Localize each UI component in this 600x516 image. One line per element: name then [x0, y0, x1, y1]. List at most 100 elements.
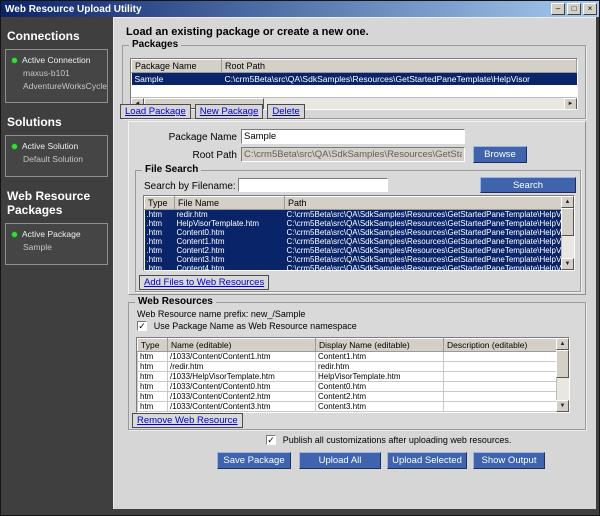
search-button[interactable]: Search	[480, 177, 576, 193]
files-col-path[interactable]: Path	[285, 197, 574, 210]
maximize-icon[interactable]: □	[567, 3, 581, 15]
cell: Content2.htm	[175, 246, 285, 255]
cell[interactable]: htm	[138, 362, 168, 372]
cell[interactable]: /1033/Content/Content1.htm	[168, 352, 316, 362]
namespace-checkbox-row: ✓ Use Package Name as Web Resource names…	[137, 321, 357, 332]
cell[interactable]	[444, 362, 569, 372]
cell: Content4.htm	[175, 264, 285, 271]
cell[interactable]: /1033/Content/Content0.htm	[168, 382, 316, 392]
files-col-file-name[interactable]: File Name	[175, 197, 285, 210]
delete-package-button[interactable]: Delete	[267, 104, 304, 119]
cell: Content1.htm	[175, 237, 285, 246]
web-resource-row[interactable]: htm/1033/Content/Content3.htmContent3.ht…	[138, 402, 569, 412]
grid-col-description[interactable]: Description (editable)	[444, 339, 569, 352]
packages-list[interactable]: Package Name Root Path SampleC:\crm5Beta…	[130, 58, 578, 110]
cell[interactable]: Content2.htm	[316, 392, 444, 402]
cell: C:\crm5Beta\src\QA\SdkSamples\Resources\…	[285, 219, 574, 228]
scroll-down-icon[interactable]: ▼	[556, 400, 569, 412]
minimize-icon[interactable]: –	[551, 3, 565, 15]
cell[interactable]: /redir.htm	[168, 362, 316, 372]
scroll-up-icon[interactable]: ▲	[561, 196, 574, 208]
upload-all-button[interactable]: Upload All	[299, 452, 381, 469]
scroll-thumb[interactable]	[556, 350, 569, 378]
close-icon[interactable]: ×	[583, 3, 597, 15]
app-window: Web Resource Upload Utility – □ × Connec…	[0, 0, 600, 516]
web-resource-row[interactable]: htm/1033/Content/Content0.htmContent0.ht…	[138, 382, 569, 392]
show-output-button[interactable]: Show Output	[473, 452, 545, 469]
cell[interactable]: htm	[138, 382, 168, 392]
web-resource-row[interactable]: htm/1033/HelpVisorTemplate.htmHelpVisorT…	[138, 372, 569, 382]
file-row[interactable]: .htmContent3.htmC:\crm5Beta\src\QA\SdkSa…	[145, 255, 574, 264]
cell[interactable]: Content1.htm	[316, 352, 444, 362]
cell: redir.htm	[175, 210, 285, 220]
publish-checkbox-label: Publish all customizations after uploadi…	[283, 435, 512, 445]
remove-web-resource-button[interactable]: Remove Web Resource	[132, 413, 243, 428]
save-package-button[interactable]: Save Package	[217, 452, 291, 469]
cell[interactable]: htm	[138, 392, 168, 402]
scroll-right-icon[interactable]: ►	[564, 98, 577, 110]
cell[interactable]: /1033/Content/Content2.htm	[168, 392, 316, 402]
active-package-group[interactable]: Active Package Sample	[5, 223, 108, 265]
cell[interactable]	[444, 402, 569, 412]
file-row[interactable]: .htmContent2.htmC:\crm5Beta\src\QA\SdkSa…	[145, 246, 574, 255]
packages-col-root-path[interactable]: Root Path	[222, 60, 577, 73]
root-path-input	[241, 147, 465, 162]
cell[interactable]: htm	[138, 372, 168, 382]
new-package-button[interactable]: New Package	[195, 104, 264, 119]
cell[interactable]: htm	[138, 402, 168, 412]
grid-col-name[interactable]: Name (editable)	[168, 339, 316, 352]
packages-col-package-name[interactable]: Package Name	[132, 60, 222, 73]
namespace-checkbox[interactable]: ✓	[137, 321, 147, 331]
add-files-button[interactable]: Add Files to Web Resources	[139, 275, 269, 290]
package-name-input[interactable]	[241, 129, 465, 144]
load-package-button[interactable]: Load Package	[120, 104, 191, 119]
file-row[interactable]: .htmHelpVisorTemplate.htmC:\crm5Beta\src…	[145, 219, 574, 228]
cell[interactable]: /1033/HelpVisorTemplate.htm	[168, 372, 316, 382]
grid-col-type[interactable]: Type	[138, 339, 168, 352]
cell[interactable]: htm	[138, 352, 168, 362]
web-resources-grid[interactable]: Type Name (editable) Display Name (edita…	[136, 337, 570, 413]
file-row[interactable]: .htmContent0.htmC:\crm5Beta\src\QA\SdkSa…	[145, 228, 574, 237]
package-row[interactable]: SampleC:\crm5Beta\src\QA\SdkSamples\Reso…	[132, 73, 577, 86]
cell[interactable]	[444, 392, 569, 402]
solution-name: Default Solution	[6, 151, 107, 164]
cell[interactable]: redir.htm	[316, 362, 444, 372]
web-resource-row[interactable]: htm/1033/Content/Content2.htmContent2.ht…	[138, 392, 569, 402]
scroll-thumb[interactable]	[561, 208, 574, 236]
files-col-type[interactable]: Type	[145, 197, 175, 210]
active-solution-group[interactable]: Active Solution Default Solution	[5, 135, 108, 177]
package-detail-panel: Package Name Root Path Browse File Searc…	[128, 121, 586, 295]
grid-vscrollbar[interactable]: ▲ ▼	[556, 338, 569, 412]
title-bar[interactable]: Web Resource Upload Utility – □ ×	[1, 1, 599, 17]
file-row[interactable]: .htmContent1.htmC:\crm5Beta\src\QA\SdkSa…	[145, 237, 574, 246]
file-row[interactable]: .htmredir.htmC:\crm5Beta\src\QA\SdkSampl…	[145, 210, 574, 220]
web-resource-row[interactable]: htm/1033/Content/Content1.htmContent1.ht…	[138, 352, 569, 362]
cell: .htm	[145, 237, 175, 246]
file-list-vscrollbar[interactable]: ▲ ▼	[561, 196, 574, 270]
cell: C:\crm5Beta\src\QA\SdkSamples\Resources\…	[285, 246, 574, 255]
file-search-list[interactable]: Type File Name Path .htmredir.htmC:\crm5…	[143, 195, 575, 271]
scroll-up-icon[interactable]: ▲	[556, 338, 569, 350]
namespace-checkbox-label: Use Package Name as Web Resource namespa…	[154, 321, 357, 331]
cell[interactable]: Content4.htm	[316, 412, 444, 414]
upload-selected-button[interactable]: Upload Selected	[387, 452, 467, 469]
filename-search-input[interactable]	[238, 178, 388, 192]
scroll-down-icon[interactable]: ▼	[561, 258, 574, 270]
browse-button[interactable]: Browse	[473, 146, 527, 163]
grid-col-display-name[interactable]: Display Name (editable)	[316, 339, 444, 352]
cell[interactable]	[444, 382, 569, 392]
cell[interactable]: Content3.htm	[316, 402, 444, 412]
cell: C:\crm5Beta\src\QA\SdkSamples\Resources\…	[285, 210, 574, 220]
cell[interactable]: Content0.htm	[316, 382, 444, 392]
cell: .htm	[145, 264, 175, 271]
solutions-heading: Solutions	[7, 115, 109, 129]
publish-checkbox[interactable]: ✓	[266, 435, 276, 445]
cell[interactable]	[444, 372, 569, 382]
web-resource-row[interactable]: htm/redir.htmredir.htm	[138, 362, 569, 372]
active-connection-group[interactable]: Active Connection maxus-b101 AdventureWo…	[5, 49, 108, 103]
cell[interactable]	[444, 352, 569, 362]
cell[interactable]: HelpVisorTemplate.htm	[316, 372, 444, 382]
cell[interactable]: /1033/Content/Content3.htm	[168, 402, 316, 412]
file-row[interactable]: .htmContent4.htmC:\crm5Beta\src\QA\SdkSa…	[145, 264, 574, 271]
cell[interactable]	[444, 412, 569, 414]
